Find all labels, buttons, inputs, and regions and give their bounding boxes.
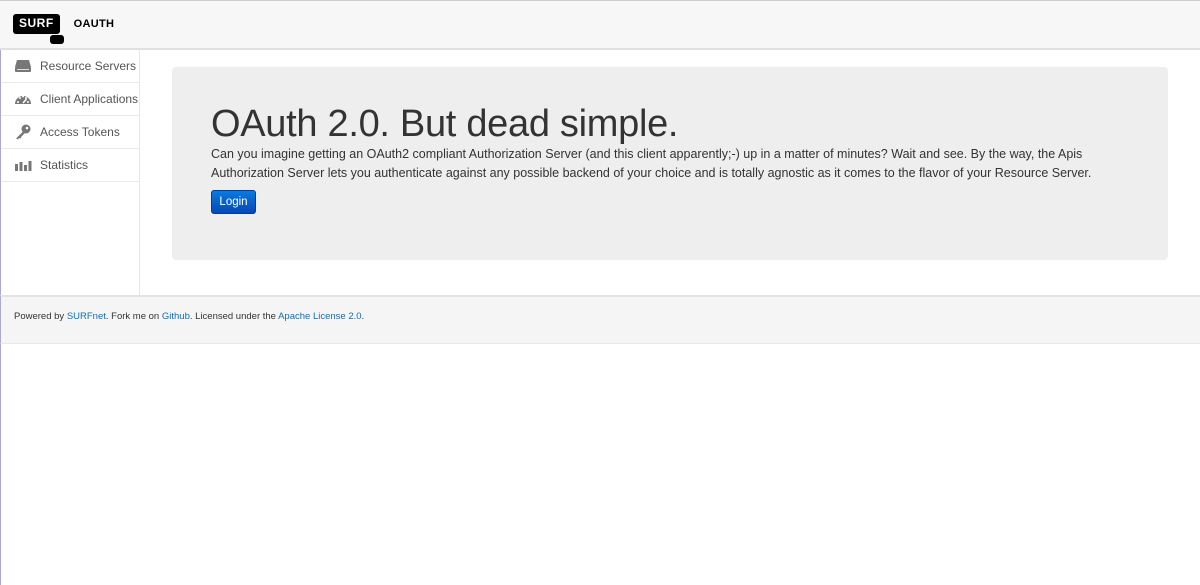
brand-tail-shape	[49, 35, 64, 44]
footer: Powered by SURFnet. Fork me on Github. L…	[0, 295, 1200, 344]
surfnet-link[interactable]: SURFnet	[67, 311, 106, 322]
login-button[interactable]: Login	[211, 190, 256, 214]
footer-end-text: .	[361, 311, 365, 322]
sidebar-item-client-applications[interactable]: Client Applications	[1, 83, 139, 116]
sidebar-item-statistics[interactable]: Statistics	[1, 149, 139, 182]
brand-surf-mark: SURF	[13, 14, 64, 44]
bar-chart-icon	[13, 157, 33, 173]
footer-text: Powered by SURFnet. Fork me on Github. L…	[14, 311, 364, 322]
hero-description: Can you imagine getting an OAuth2 compli…	[211, 147, 1092, 180]
server-icon	[13, 58, 33, 74]
sidebar-item-label: Client Applications	[40, 92, 139, 106]
sidebar-nav: Resource Servers Client Applications Acc…	[0, 50, 140, 295]
window-edge	[0, 344, 1, 585]
dashboard-icon	[13, 91, 33, 107]
sidebar-item-access-tokens[interactable]: Access Tokens	[1, 116, 139, 149]
top-navbar: SURF OAUTH	[0, 0, 1200, 50]
page-title: OAuth 2.0. But dead simple.	[211, 103, 679, 145]
brand-surf-text: SURF	[19, 16, 54, 30]
sidebar-item-label: Statistics	[40, 158, 89, 172]
sidebar-item-resource-servers[interactable]: Resource Servers	[1, 50, 139, 83]
footer-licensed-text: . Licensed under the	[189, 311, 279, 322]
sidebar-item-label: Resource Servers	[40, 59, 137, 73]
license-link[interactable]: Apache License 2.0	[278, 311, 361, 322]
main-content: OAuth 2.0. But dead simple. Can you imag…	[141, 50, 1200, 295]
hero-unit: OAuth 2.0. But dead simple. Can you imag…	[172, 67, 1168, 260]
footer-powered-by: Powered by	[14, 311, 67, 322]
brand-logo[interactable]: SURF OAUTH	[13, 14, 114, 44]
sidebar-item-label: Access Tokens	[40, 125, 120, 139]
brand-oauth-text: OAUTH	[73, 18, 115, 30]
github-link[interactable]: Github	[162, 311, 190, 322]
key-icon	[13, 124, 33, 140]
footer-fork-text: . Fork me on	[105, 311, 162, 322]
